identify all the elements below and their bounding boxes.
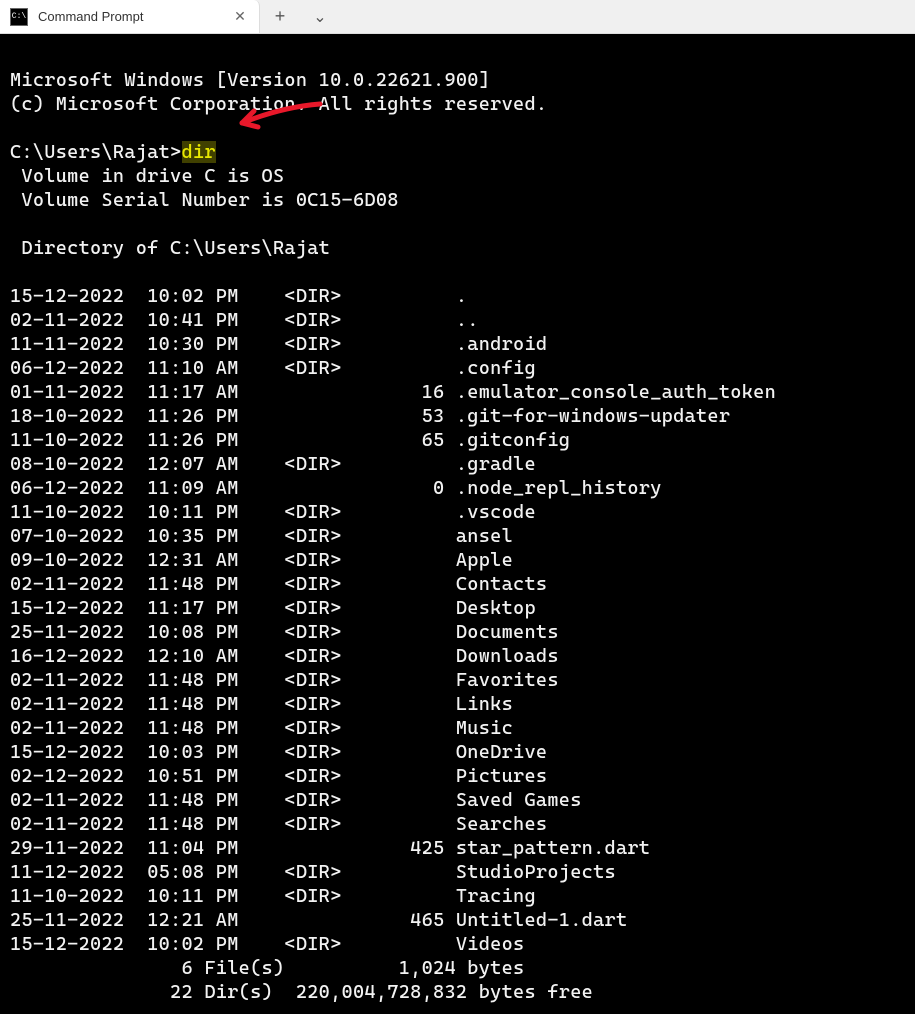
plus-icon: + xyxy=(275,6,286,27)
serial-line: Volume Serial Number is 0C15-6D08 xyxy=(10,189,399,211)
directory-listing: 15-12-2022 10:02 PM <DIR> . 02-11-2022 1… xyxy=(10,284,905,956)
prompt-text: C:\Users\Rajat> xyxy=(10,141,182,163)
chevron-down-icon: ⌄ xyxy=(313,7,326,27)
volume-line: Volume in drive C is OS xyxy=(10,165,284,187)
prompt-line: C:\Users\Rajat>dir xyxy=(10,141,216,163)
close-tab-button[interactable]: ✕ xyxy=(229,6,251,28)
banner-line-1: Microsoft Windows [Version 10.0.22621.90… xyxy=(10,69,490,91)
titlebar: C:\ Command Prompt ✕ + ⌄ xyxy=(0,0,915,34)
cmd-icon: C:\ xyxy=(10,8,28,26)
tab-dropdown-button[interactable]: ⌄ xyxy=(300,0,340,34)
close-icon: ✕ xyxy=(234,9,246,25)
terminal-output[interactable]: Microsoft Windows [Version 10.0.22621.90… xyxy=(0,34,915,1014)
new-tab-button[interactable]: + xyxy=(260,0,300,34)
summary-dirs: 22 Dir(s) 220,004,728,832 bytes free xyxy=(10,981,593,1003)
banner-line-2: (c) Microsoft Corporation. All rights re… xyxy=(10,93,547,115)
titlebar-actions: + ⌄ xyxy=(260,0,340,33)
tab-title: Command Prompt xyxy=(38,9,219,24)
active-tab[interactable]: C:\ Command Prompt ✕ xyxy=(0,0,260,33)
directory-of-line: Directory of C:\Users\Rajat xyxy=(10,237,330,259)
summary-files: 6 File(s) 1,024 bytes xyxy=(10,957,524,979)
command-text: dir xyxy=(182,141,216,163)
